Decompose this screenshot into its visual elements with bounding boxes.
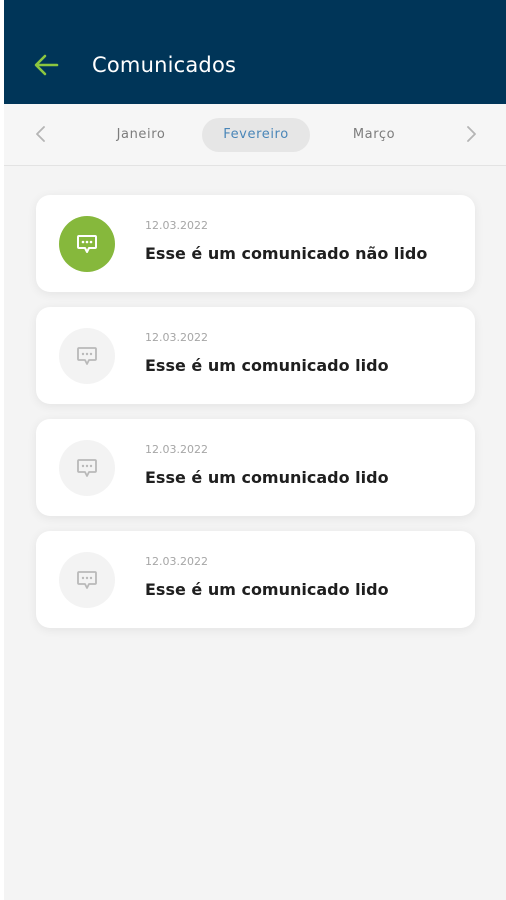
chat-message-icon	[77, 459, 97, 477]
app-screen: Comunicados Janeiro Fevereiro Março 12.0…	[4, 0, 506, 900]
month-selector: Janeiro Fevereiro Março	[4, 104, 506, 166]
chevron-right-icon	[467, 126, 476, 142]
message-icon-badge	[59, 328, 115, 384]
message-card-read[interactable]: 12.03.2022 Esse é um comunicado lido	[36, 419, 475, 516]
message-date: 12.03.2022	[145, 331, 208, 344]
message-card-read[interactable]: 12.03.2022 Esse é um comunicado lido	[36, 307, 475, 404]
chat-message-icon	[77, 347, 97, 365]
message-date: 12.03.2022	[145, 219, 208, 232]
message-date: 12.03.2022	[145, 555, 208, 568]
previous-month-button[interactable]	[29, 122, 53, 146]
message-date: 12.03.2022	[145, 443, 208, 456]
message-card-unread[interactable]: 12.03.2022 Esse é um comunicado não lido	[36, 195, 475, 292]
message-icon-badge	[59, 440, 115, 496]
next-month-button[interactable]	[459, 122, 483, 146]
message-text: Esse é um comunicado não lido	[145, 244, 428, 263]
month-tab-fevereiro[interactable]: Fevereiro	[202, 118, 310, 152]
message-text: Esse é um comunicado lido	[145, 356, 389, 375]
message-icon-badge	[59, 552, 115, 608]
back-button[interactable]	[30, 50, 62, 80]
chevron-left-icon	[36, 126, 45, 142]
arrow-left-icon	[34, 54, 59, 76]
message-text: Esse é um comunicado lido	[145, 580, 389, 599]
page-title: Comunicados	[92, 53, 237, 77]
app-bar: Comunicados	[4, 0, 506, 104]
message-card-read[interactable]: 12.03.2022 Esse é um comunicado lido	[36, 531, 475, 628]
message-icon-badge	[59, 216, 115, 272]
message-text: Esse é um comunicado lido	[145, 468, 389, 487]
month-tab-marco[interactable]: Março	[329, 118, 419, 152]
chat-message-icon	[77, 571, 97, 589]
month-tab-janeiro[interactable]: Janeiro	[96, 118, 186, 152]
chat-message-icon	[77, 235, 97, 253]
